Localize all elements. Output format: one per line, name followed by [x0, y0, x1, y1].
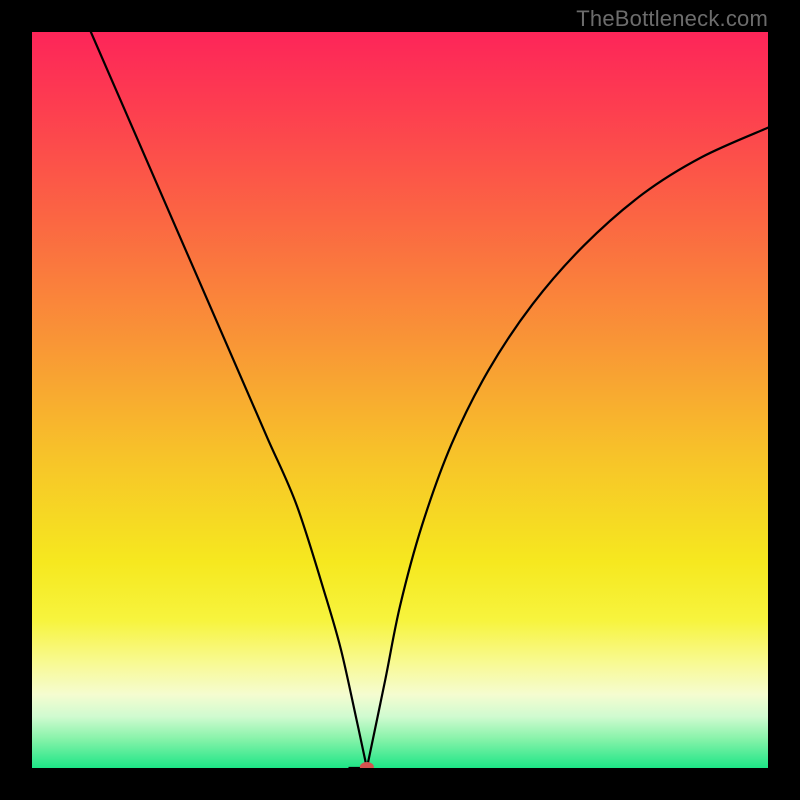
curve-layer — [32, 32, 768, 768]
watermark-text: TheBottleneck.com — [576, 6, 768, 32]
chart-frame: TheBottleneck.com — [0, 0, 800, 800]
bottleneck-curve — [91, 32, 768, 768]
minimum-marker — [360, 762, 374, 768]
plot-area — [32, 32, 768, 768]
